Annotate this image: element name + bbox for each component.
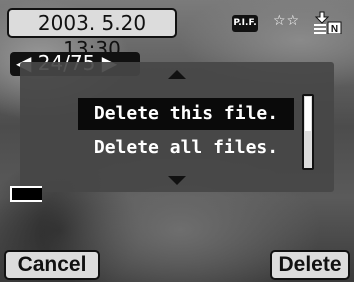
svg-text:N: N [331, 24, 338, 34]
datetime-display: 2003. 5.20 13:30 [7, 8, 177, 61]
print-icon: N [314, 11, 342, 34]
scroll-down-arrow-icon[interactable] [168, 176, 186, 185]
scroll-up-arrow-icon[interactable] [168, 70, 186, 79]
scrollbar-thumb[interactable] [305, 97, 311, 131]
cancel-button[interactable]: Cancel [4, 250, 100, 280]
pif-badge: P.I.F. [232, 15, 258, 32]
menu-option-delete-this-file[interactable]: Delete this file. [78, 98, 294, 130]
delete-menu-dialog: Delete this file. Delete all files. [20, 62, 334, 192]
delete-button[interactable]: Delete [270, 250, 350, 280]
frame-corner-marker [10, 186, 42, 202]
menu-scrollbar[interactable] [302, 94, 314, 170]
camera-screen: 2003. 5.20 13:30 P.I.F. ☆☆ N ◀ 24/75 ▶ D… [0, 0, 354, 282]
rating-stars-icon: ☆☆ [273, 13, 301, 29]
menu-option-delete-all-files[interactable]: Delete all files. [78, 132, 294, 164]
